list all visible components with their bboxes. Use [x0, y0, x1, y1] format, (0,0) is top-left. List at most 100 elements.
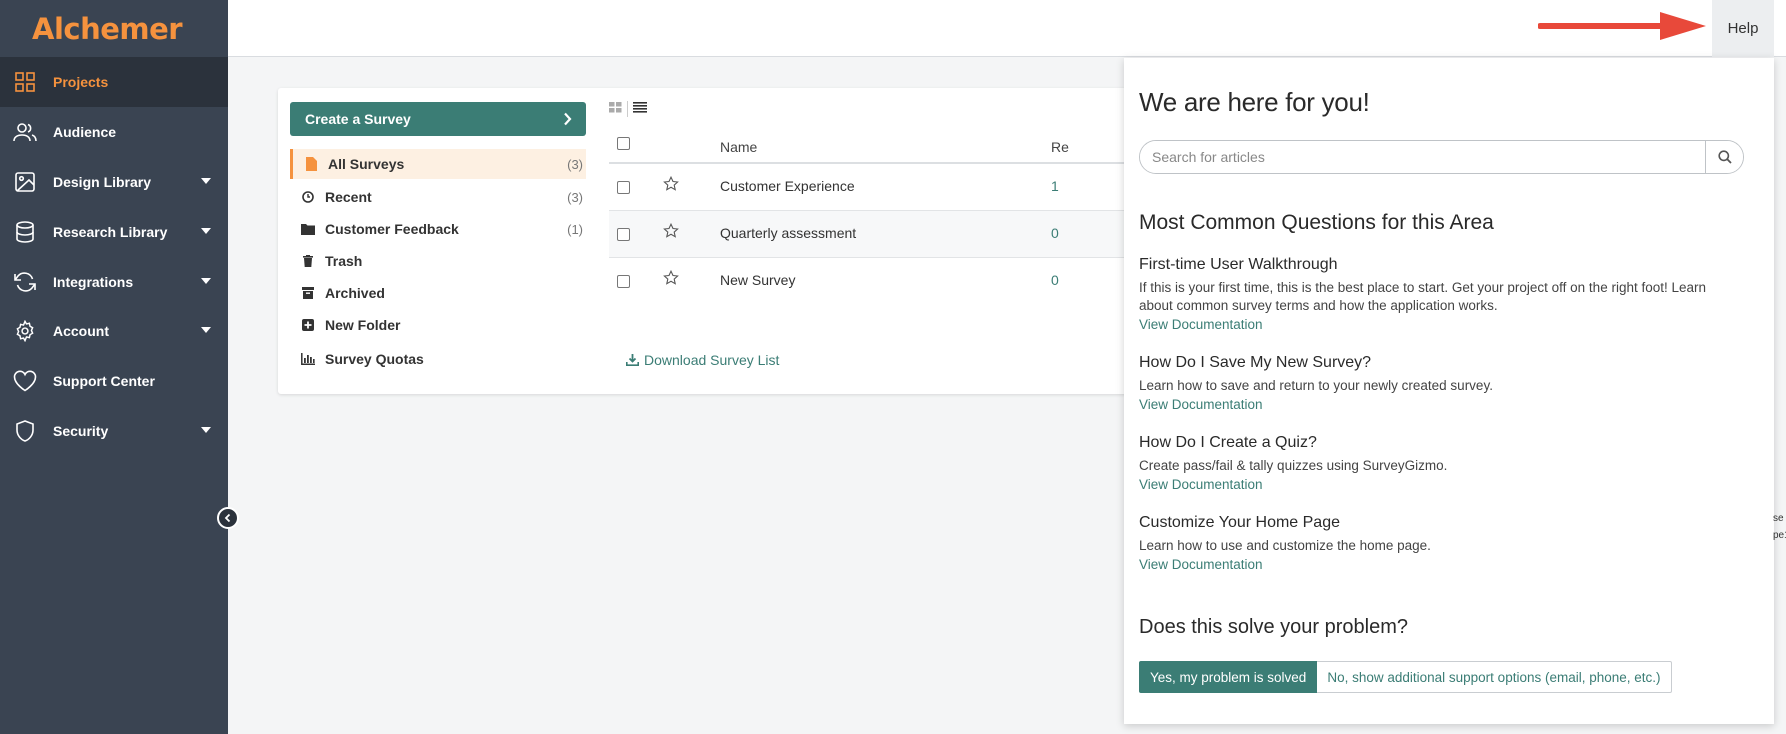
help-panel: We are here for you! Most Common Questio… [1124, 58, 1774, 724]
survey-name[interactable]: New Survey [720, 272, 795, 288]
plus-square-icon [300, 319, 316, 331]
folder-new-folder[interactable]: New Folder [290, 310, 586, 340]
table-row[interactable]: Customer Experience 1 [609, 164, 1148, 211]
question-save-survey: How Do I Save My New Survey? Learn how t… [1139, 354, 1759, 414]
arrow-right-icon [1538, 12, 1706, 40]
bar-chart-icon [300, 353, 316, 365]
more-support-options-button[interactable]: No, show additional support options (ema… [1317, 661, 1672, 693]
sidebar-item-label: Integrations [53, 274, 134, 290]
survey-responses[interactable]: 0 [1051, 225, 1059, 241]
survey-responses[interactable]: 0 [1051, 272, 1059, 288]
list-view-icon[interactable] [633, 100, 647, 118]
sidebar-item-security[interactable]: Security [0, 406, 228, 456]
sidebar-item-audience[interactable]: Audience [0, 107, 228, 157]
clock-icon [300, 191, 316, 203]
shield-icon [13, 419, 37, 443]
folder-survey-quotas[interactable]: Survey Quotas [290, 344, 586, 374]
question-description: Create pass/fail & tally quizzes using S… [1139, 458, 1448, 473]
help-button[interactable]: Help [1712, 0, 1774, 57]
sidebar-item-design-library[interactable]: Design Library [0, 157, 228, 207]
row-checkbox[interactable] [617, 181, 630, 194]
sidebar-item-label: Security [53, 423, 109, 439]
survey-name[interactable]: Customer Experience [720, 178, 855, 194]
download-survey-list-link[interactable]: Download Survey List [626, 352, 779, 368]
search-input[interactable] [1140, 141, 1705, 173]
create-survey-button[interactable]: Create a Survey [290, 102, 586, 136]
folder-label: Survey Quotas [325, 351, 424, 367]
view-documentation-link[interactable]: View Documentation [1139, 555, 1759, 574]
download-label: Download Survey List [644, 352, 780, 368]
view-documentation-link[interactable]: View Documentation [1139, 475, 1759, 494]
star-icon[interactable] [663, 176, 679, 192]
help-panel-title: We are here for you! [1139, 87, 1370, 117]
chevron-right-icon [564, 112, 572, 126]
table-row[interactable]: Quarterly assessment 0 [609, 211, 1148, 258]
survey-name[interactable]: Quarterly assessment [720, 225, 856, 241]
collapse-sidebar-button[interactable] [217, 507, 239, 529]
sidebar-item-integrations[interactable]: Integrations [0, 257, 228, 307]
star-icon[interactable] [663, 223, 679, 239]
folder-recent[interactable]: Recent (3) [290, 182, 586, 212]
question-description: If this is your first time, this is the … [1139, 280, 1707, 295]
users-icon [13, 120, 37, 144]
chevron-down-icon [201, 228, 211, 234]
star-icon[interactable] [663, 270, 679, 286]
article-search [1139, 140, 1744, 174]
sidebar-item-projects[interactable]: Projects [0, 57, 228, 107]
clipped-text: se [1773, 513, 1784, 524]
create-survey-label: Create a Survey [305, 111, 411, 127]
folder-label: Recent [325, 189, 372, 205]
survey-table: Name Re Customer Experience 1 Quarterly … [609, 134, 1148, 305]
chevron-left-icon [224, 513, 231, 523]
view-documentation-link[interactable]: View Documentation [1139, 315, 1759, 334]
table-row[interactable]: New Survey 0 [609, 258, 1148, 305]
folder-archived[interactable]: Archived [290, 278, 586, 308]
folder-customer-feedback[interactable]: Customer Feedback (1) [290, 214, 586, 244]
sidebar-item-label: Projects [53, 74, 109, 90]
trash-icon [300, 255, 316, 267]
question-title: First-time User Walkthrough [1139, 256, 1338, 273]
table-header: Name Re [609, 134, 1148, 164]
folder-count: (3) [567, 189, 583, 205]
chevron-down-icon [201, 327, 211, 333]
chevron-down-icon [201, 427, 211, 433]
question-create-quiz: How Do I Create a Quiz? Create pass/fail… [1139, 434, 1759, 494]
view-documentation-link[interactable]: View Documentation [1139, 395, 1759, 414]
refresh-icon [13, 270, 37, 294]
question-customize-home: Customize Your Home Page Learn how to us… [1139, 514, 1759, 574]
folder-icon [300, 223, 316, 235]
folder-all-surveys[interactable]: All Surveys (3) [290, 149, 586, 179]
column-responses[interactable]: Re [1051, 139, 1069, 155]
folder-trash[interactable]: Trash [290, 246, 586, 276]
sidebar-item-account[interactable]: Account [0, 306, 228, 356]
sidebar-item-label: Audience [53, 124, 117, 140]
column-name[interactable]: Name [720, 139, 757, 155]
grid-icon [13, 70, 37, 94]
survey-responses[interactable]: 1 [1051, 178, 1059, 194]
row-checkbox[interactable] [617, 275, 630, 288]
sidebar-item-support-center[interactable]: Support Center [0, 356, 228, 406]
logo[interactable]: Alchemer [0, 0, 228, 57]
problem-solved-button[interactable]: Yes, my problem is solved [1139, 661, 1318, 693]
grid-view-icon[interactable] [609, 100, 622, 118]
chevron-down-icon [201, 178, 211, 184]
sidebar-item-research-library[interactable]: Research Library [0, 207, 228, 257]
image-icon [13, 170, 37, 194]
question-title: Customize Your Home Page [1139, 514, 1340, 531]
question-description: Learn how to use and customize the home … [1139, 538, 1431, 553]
heart-icon [13, 369, 37, 393]
question-first-time-walkthrough: First-time User Walkthrough If this is y… [1139, 256, 1759, 334]
divider [627, 101, 628, 117]
question-description: about common survey terms and how the ap… [1139, 298, 1498, 313]
download-icon [626, 354, 639, 366]
feedback-buttons: Yes, my problem is solved No, show addit… [1139, 661, 1672, 693]
folder-label: Trash [325, 253, 363, 269]
gear-icon [13, 319, 37, 343]
logo-text: Alchemer [32, 11, 183, 46]
row-checkbox[interactable] [617, 228, 630, 241]
clipped-text: pe1 [1773, 530, 1786, 541]
archive-icon [300, 287, 316, 299]
view-toggle [609, 100, 647, 118]
search-button[interactable] [1705, 141, 1743, 173]
select-all-checkbox[interactable] [617, 137, 630, 150]
